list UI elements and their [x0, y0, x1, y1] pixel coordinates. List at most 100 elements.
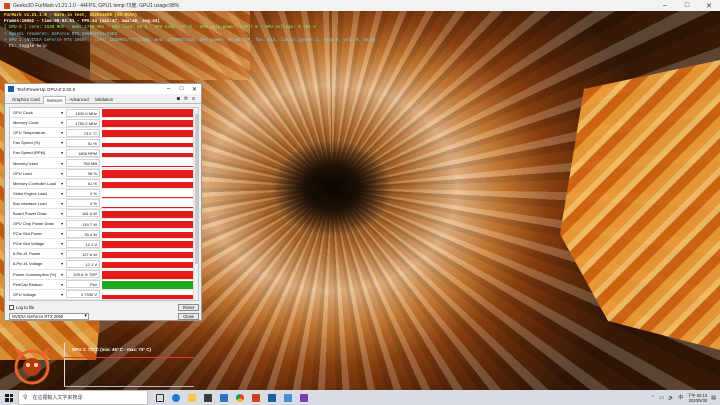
sensor-label: Memory Used: [13, 160, 38, 166]
sensor-label: Power Consumption (%): [13, 271, 57, 277]
sensor-label: Fan Speed (RPM): [13, 150, 46, 156]
media-icon[interactable]: [296, 390, 312, 405]
sensor-dropdown-icon[interactable]: ▾: [58, 201, 66, 206]
task-view-icon[interactable]: [152, 390, 168, 405]
tab-sensors[interactable]: Sensors: [42, 96, 67, 104]
close-button[interactable]: Close: [178, 312, 199, 320]
system-tray: ⌃ ▭ 🔈 中 下午 02:13 2020/5/30 ▤: [651, 393, 720, 403]
sensor-row: GPU Voltage ▾ 0.7930 V: [10, 290, 198, 300]
sensor-label: 8-Pin #1 Voltage: [13, 261, 43, 267]
sensor-dropdown-icon[interactable]: ▾: [58, 292, 66, 297]
sensor-row: PerfCap Reason ▾ Pwr: [10, 280, 198, 290]
gpu-select-dropdown[interactable]: NVIDIA GeForce RTX 2060: [9, 312, 89, 320]
sensor-graph-fill: [102, 261, 198, 269]
sensor-dropdown-icon[interactable]: ▾: [58, 120, 66, 125]
furmark-app-icon: [4, 2, 10, 9]
sensor-dropdown-icon[interactable]: ▾: [58, 181, 66, 186]
taskbar-search-box[interactable]: ⚲ 在這裡輸入文字來搜尋: [18, 390, 148, 405]
reset-button[interactable]: Reset: [178, 303, 199, 311]
sensor-label: PerfCap Reason: [13, 281, 43, 287]
sensor-value: 161.0 W: [66, 209, 100, 218]
sensor-graph: [102, 139, 198, 148]
sensor-value: 73.0 °C: [66, 128, 100, 137]
sensor-value: 33.4 W: [66, 229, 100, 238]
sensor-dropdown-icon[interactable]: ▾: [58, 150, 66, 155]
tab-graphics-card[interactable]: Graphics Card: [9, 96, 43, 103]
sensor-row: Power Consumption (%) ▾ 100.6 % TDP: [10, 270, 198, 280]
ime-icon[interactable]: 中: [678, 394, 683, 401]
sensor-graph: [102, 209, 198, 218]
sensor-row: GPU Clock ▾ 1530.0 MHz: [10, 108, 198, 119]
notification-icon[interactable]: ▤: [711, 395, 716, 401]
furmark-window-titlebar[interactable]: Geeks3D FurMark v1.21.1.0 - 44FPS, GPU1 …: [0, 0, 720, 11]
sensor-dropdown-icon[interactable]: ▾: [58, 241, 66, 246]
sensor-dropdown-icon[interactable]: ▾: [58, 140, 66, 145]
sensor-dropdown-icon[interactable]: ▾: [58, 251, 66, 256]
graph-baseline: [64, 386, 194, 387]
sensor-label: PCIe Slot Power: [13, 231, 43, 237]
sensor-graph: [102, 270, 198, 279]
taskbar-clock[interactable]: 下午 02:13 2020/5/30: [687, 393, 707, 403]
sensor-graph-fill: [102, 210, 198, 218]
sensor-graph-fill: [102, 109, 198, 117]
furmark-taskbar-icon[interactable]: [248, 390, 264, 405]
sensor-graph-fill: [102, 231, 198, 239]
sensor-graph-fill: [102, 241, 198, 249]
sensor-value: 98 %: [66, 169, 100, 178]
sensor-graph-fill: [102, 271, 198, 279]
sensor-dropdown-icon[interactable]: ▾: [58, 261, 66, 266]
furmark-window-title: Geeks3D FurMark v1.21.1.0 - 44FPS, GPU1 …: [13, 3, 180, 9]
gpuz-taskbar-icon[interactable]: [264, 390, 280, 405]
network-icon[interactable]: ▭: [659, 395, 664, 401]
log-to-file-label: Log to file: [16, 304, 35, 310]
refresh-icon[interactable]: ⟳: [184, 96, 188, 102]
gpuz-titlebar[interactable]: TechPowerUp GPU-Z 2.32.0 – □ ✕: [5, 84, 201, 94]
sensor-dropdown-icon[interactable]: ▾: [58, 161, 66, 166]
log-to-file-checkbox[interactable]: [9, 304, 14, 310]
sensor-row: Video Engine Load ▾ 0 %: [10, 189, 198, 199]
sensor-dropdown-icon[interactable]: ▾: [58, 211, 66, 216]
windows-logo-icon: [5, 393, 13, 402]
tab-validation[interactable]: Validation: [92, 96, 117, 103]
temperature-graph: GPU 1: 73° C (min: 46° C - max: 73° C): [56, 343, 196, 388]
volume-icon[interactable]: 🔈: [668, 395, 674, 401]
store-icon[interactable]: [200, 390, 216, 405]
sensor-value: 0 %: [66, 199, 100, 208]
maximize-icon[interactable]: □: [175, 86, 188, 93]
sensor-label: Video Engine Load: [13, 190, 47, 196]
sensor-row: Fan Speed (%) ▾ 51 %: [10, 138, 198, 149]
edge-icon[interactable]: [168, 390, 184, 405]
sensor-row: PCIe Slot Power ▾ 33.4 W: [10, 229, 198, 240]
sensor-graph: [102, 159, 198, 168]
mail-icon[interactable]: [216, 390, 232, 405]
close-icon[interactable]: ✕: [188, 86, 201, 93]
sensor-dropdown-icon[interactable]: ▾: [58, 191, 66, 196]
sensor-dropdown-icon[interactable]: ▾: [58, 231, 66, 236]
sensor-dropdown-icon[interactable]: ▾: [58, 282, 66, 287]
chrome-icon[interactable]: [232, 390, 248, 405]
maximize-icon[interactable]: □: [676, 2, 698, 10]
sensor-graph: [102, 230, 198, 239]
search-placeholder: 在這裡輸入文字來搜尋: [32, 395, 83, 401]
photos-icon[interactable]: [280, 390, 296, 405]
gpuz-app-icon: [8, 86, 14, 92]
minimize-icon[interactable]: –: [654, 2, 676, 10]
chevron-up-icon[interactable]: ⌃: [651, 395, 655, 401]
sensor-dropdown-icon[interactable]: ▾: [58, 130, 66, 135]
menu-icon[interactable]: ≡: [192, 96, 195, 102]
sensor-value: 1806 RPM: [66, 148, 100, 157]
sensor-dropdown-icon[interactable]: ▾: [58, 272, 66, 277]
sensor-dropdown-icon[interactable]: ▾: [58, 110, 66, 115]
file-explorer-icon[interactable]: [184, 390, 200, 405]
sensor-list-scrollbar[interactable]: [193, 108, 198, 300]
sensor-graph: [102, 260, 198, 269]
close-icon[interactable]: ✕: [698, 2, 720, 10]
temperature-line: [64, 356, 194, 358]
camera-icon[interactable]: ◙: [177, 96, 180, 102]
tab-advanced[interactable]: Advanced: [66, 96, 91, 103]
sensor-dropdown-icon[interactable]: ▾: [58, 221, 66, 226]
minimize-icon[interactable]: –: [162, 86, 175, 93]
sensor-dropdown-icon[interactable]: ▾: [58, 171, 66, 176]
start-button[interactable]: [0, 390, 18, 405]
scrollbar-thumb[interactable]: [195, 114, 198, 264]
